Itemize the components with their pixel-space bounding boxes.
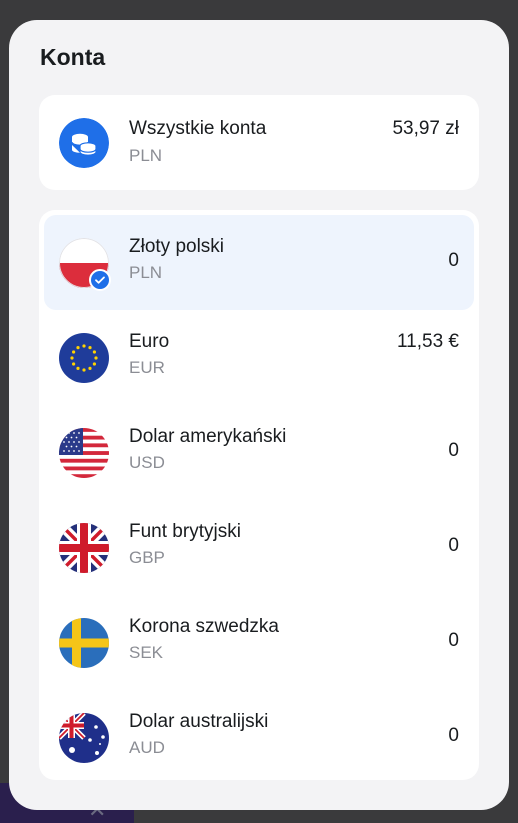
all-accounts-code: PLN (129, 146, 163, 165)
uk-flag-icon (59, 522, 109, 573)
selected-check-icon (89, 268, 111, 291)
account-code: AUD (129, 738, 165, 757)
account-amount: 0 (448, 725, 459, 746)
coins-icon (59, 117, 109, 168)
account-row-gbp[interactable]: Funt brytyjski GBP 0 (44, 500, 474, 595)
account-code: GBP (129, 548, 165, 567)
australia-flag-icon (59, 712, 109, 763)
account-row-eur[interactable]: Euro EUR 11,53 € (44, 310, 474, 405)
account-code: EUR (129, 358, 165, 377)
account-name: Dolar amerykański (129, 426, 287, 447)
account-amount: 0 (448, 250, 459, 271)
modal-title: Konta (40, 44, 106, 70)
accounts-modal: Konta Wszystkie konta PLN 53,97 zł Złoty… (9, 20, 509, 810)
all-accounts-name: Wszystkie konta (129, 118, 267, 139)
all-accounts-row[interactable]: Wszystkie konta PLN 53,97 zł (39, 95, 479, 190)
account-row-usd[interactable]: Dolar amerykański USD 0 (44, 405, 474, 500)
account-code: SEK (129, 643, 164, 662)
all-accounts-card: Wszystkie konta PLN 53,97 zł (39, 95, 479, 190)
account-amount: 0 (448, 535, 459, 556)
all-accounts-amount: 53,97 zł (392, 118, 459, 139)
account-amount: 0 (448, 630, 459, 651)
currency-accounts-list: Złoty polski PLN 0 Euro EUR 11,53 € Dola… (39, 210, 479, 780)
eu-flag-icon (59, 332, 109, 383)
account-name: Dolar australijski (129, 711, 269, 732)
account-name: Funt brytyjski (129, 521, 241, 542)
account-amount: 0 (448, 440, 459, 461)
account-name: Euro (129, 331, 170, 352)
account-name: Korona szwedzka (129, 616, 279, 637)
account-row-sek[interactable]: Korona szwedzka SEK 0 (44, 595, 474, 690)
sweden-flag-icon (59, 617, 109, 668)
account-name: Złoty polski (129, 236, 225, 257)
account-row-pln[interactable]: Złoty polski PLN 0 (44, 215, 474, 310)
usa-flag-icon (59, 427, 109, 478)
account-row-aud[interactable]: Dolar australijski AUD 0 (44, 690, 474, 785)
account-code: PLN (129, 263, 163, 282)
account-code: USD (129, 453, 165, 472)
account-amount: 11,53 € (397, 331, 459, 352)
